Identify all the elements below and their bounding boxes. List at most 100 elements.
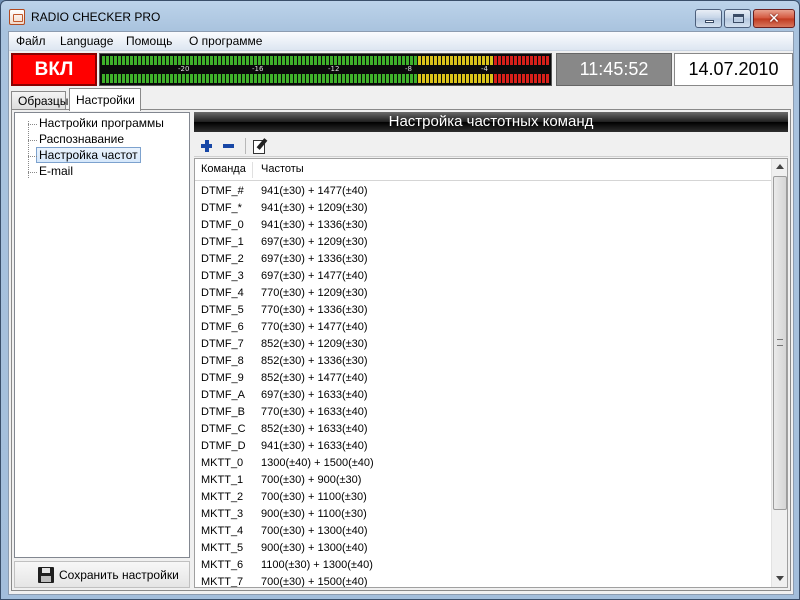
- table-row[interactable]: MKTT_1 700(±30) + 900(±30): [195, 472, 771, 489]
- table-row[interactable]: DTMF_4 770(±30) + 1209(±30): [195, 285, 771, 302]
- meter-segment: [278, 56, 281, 65]
- table-row[interactable]: MKTT_6 1100(±30) + 1300(±40): [195, 557, 771, 574]
- meter-segment: [522, 56, 525, 65]
- floppy-icon: [38, 567, 54, 583]
- meter-segment: [510, 56, 513, 65]
- save-settings-button[interactable]: Сохранить настройки: [14, 561, 190, 588]
- close-button[interactable]: ✕: [753, 9, 795, 28]
- tree-item-recognition[interactable]: Распознавание: [28, 132, 124, 148]
- meter-segment: [522, 74, 525, 83]
- meter-segment: [170, 56, 173, 65]
- table-row[interactable]: DTMF_A 697(±30) + 1633(±40): [195, 387, 771, 404]
- scroll-up-icon[interactable]: [776, 164, 784, 169]
- meter-segment: [410, 56, 413, 65]
- meter-segment: [422, 56, 425, 65]
- table-row[interactable]: DTMF_# 941(±30) + 1477(±40): [195, 183, 771, 200]
- table-scrollbar[interactable]: [771, 159, 787, 587]
- cell-command: DTMF_7: [201, 338, 244, 350]
- table-row[interactable]: DTMF_D 941(±30) + 1633(±40): [195, 438, 771, 455]
- table-row[interactable]: MKTT_7 700(±30) + 1500(±40): [195, 574, 771, 588]
- cell-frequencies: 697(±30) + 1477(±40): [261, 270, 368, 282]
- meter-segment: [366, 56, 369, 65]
- table-row[interactable]: DTMF_1 697(±30) + 1209(±30): [195, 234, 771, 251]
- meter-segment: [450, 74, 453, 83]
- toolbar-divider: [245, 138, 246, 154]
- table-row[interactable]: MKTT_2 700(±30) + 1100(±30): [195, 489, 771, 506]
- cell-frequencies: 852(±30) + 1336(±30): [261, 355, 368, 367]
- meter-segment: [458, 74, 461, 83]
- maximize-button[interactable]: [724, 9, 751, 28]
- column-divider[interactable]: [252, 162, 253, 178]
- meter-segment: [382, 74, 385, 83]
- meter-segment: [110, 56, 113, 65]
- column-header-frequencies[interactable]: Частоты: [261, 163, 304, 175]
- tree-item-email[interactable]: E-mail: [28, 164, 73, 180]
- power-on-indicator[interactable]: ВКЛ: [11, 53, 97, 86]
- tree-item-program-settings[interactable]: Настройки программы: [28, 116, 164, 132]
- minimize-button[interactable]: [695, 9, 722, 28]
- table-row[interactable]: DTMF_* 941(±30) + 1209(±30): [195, 200, 771, 217]
- cell-frequencies: 900(±30) + 1300(±40): [261, 542, 368, 554]
- meter-segment: [414, 56, 417, 65]
- meter-segment: [162, 56, 165, 65]
- client-area: Файл Language Помощь О программе ВКЛ -20…: [8, 31, 794, 595]
- menu-about[interactable]: О программе: [189, 34, 262, 48]
- meter-segment: [430, 56, 433, 65]
- menu-file[interactable]: Файл: [16, 34, 46, 48]
- meter-segment: [454, 56, 457, 65]
- cell-frequencies: 697(±30) + 1209(±30): [261, 236, 368, 248]
- scroll-down-icon[interactable]: [776, 576, 784, 581]
- meter-tick: -16: [252, 65, 264, 73]
- title-bar[interactable]: RADIO CHECKER PRO ✕: [1, 1, 799, 31]
- meter-segment: [514, 74, 517, 83]
- column-header-command[interactable]: Команда: [201, 163, 246, 175]
- menu-language[interactable]: Language: [60, 34, 113, 48]
- meter-segment: [330, 74, 333, 83]
- meter-segment: [442, 56, 445, 65]
- meter-segment: [234, 56, 237, 65]
- table-row[interactable]: MKTT_3 900(±30) + 1100(±30): [195, 506, 771, 523]
- tree-item-frequency-settings[interactable]: Настройка частот: [28, 147, 141, 164]
- meter-segment: [282, 56, 285, 65]
- level-meter-channel-2: [100, 74, 551, 83]
- menu-help[interactable]: Помощь: [126, 34, 172, 48]
- table-row[interactable]: MKTT_5 900(±30) + 1300(±40): [195, 540, 771, 557]
- meter-segment: [302, 56, 305, 65]
- meter-segment: [306, 74, 309, 83]
- meter-segment: [358, 56, 361, 65]
- table-row[interactable]: DTMF_9 852(±30) + 1477(±40): [195, 370, 771, 387]
- save-settings-label: Сохранить настройки: [59, 568, 179, 582]
- edit-icon[interactable]: [251, 137, 269, 155]
- table-row[interactable]: MKTT_4 700(±30) + 1300(±40): [195, 523, 771, 540]
- meter-segment: [434, 74, 437, 83]
- meter-segment: [290, 74, 293, 83]
- table-row[interactable]: DTMF_3 697(±30) + 1477(±40): [195, 268, 771, 285]
- table-row[interactable]: DTMF_C 852(±30) + 1633(±40): [195, 421, 771, 438]
- plus-icon[interactable]: [199, 137, 217, 155]
- scroll-thumb[interactable]: [773, 176, 787, 510]
- cell-command: MKTT_7: [201, 576, 244, 588]
- table-row[interactable]: DTMF_8 852(±30) + 1336(±30): [195, 353, 771, 370]
- meter-segment: [338, 74, 341, 83]
- table-row[interactable]: DTMF_0 941(±30) + 1336(±30): [195, 217, 771, 234]
- meter-segment: [374, 74, 377, 83]
- table-row[interactable]: MKTT_0 1300(±40) + 1500(±40): [195, 455, 771, 472]
- table-row[interactable]: DTMF_7 852(±30) + 1209(±30): [195, 336, 771, 353]
- table-row[interactable]: DTMF_2 697(±30) + 1336(±30): [195, 251, 771, 268]
- meter-segment: [274, 74, 277, 83]
- table-row[interactable]: DTMF_5 770(±30) + 1336(±30): [195, 302, 771, 319]
- cell-frequencies: 941(±30) + 1209(±30): [261, 202, 368, 214]
- cell-command: DTMF_B: [201, 406, 245, 418]
- cell-command: DTMF_C: [201, 423, 246, 435]
- tab-settings[interactable]: Настройки: [69, 88, 141, 111]
- table-row[interactable]: DTMF_6 770(±30) + 1477(±40): [195, 319, 771, 336]
- table-row[interactable]: DTMF_B 770(±30) + 1633(±40): [195, 404, 771, 421]
- meter-segment: [106, 74, 109, 83]
- minus-icon[interactable]: [221, 137, 239, 155]
- tab-samples[interactable]: Образцы: [11, 91, 68, 110]
- meter-segment: [246, 56, 249, 65]
- meter-segment: [354, 56, 357, 65]
- meter-tick: -20: [178, 65, 190, 73]
- cell-command: DTMF_3: [201, 270, 244, 282]
- meter-segment: [358, 74, 361, 83]
